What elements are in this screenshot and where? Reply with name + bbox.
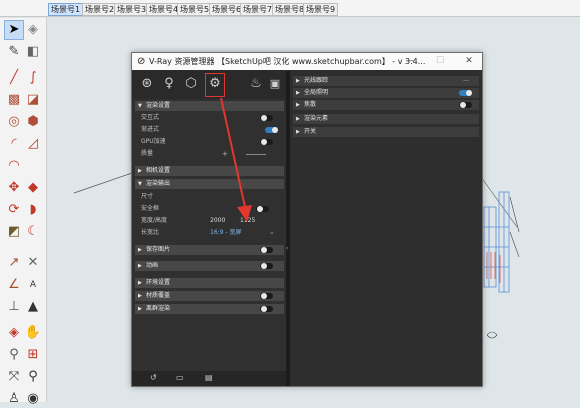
annotation-arrow (220, 97, 252, 222)
